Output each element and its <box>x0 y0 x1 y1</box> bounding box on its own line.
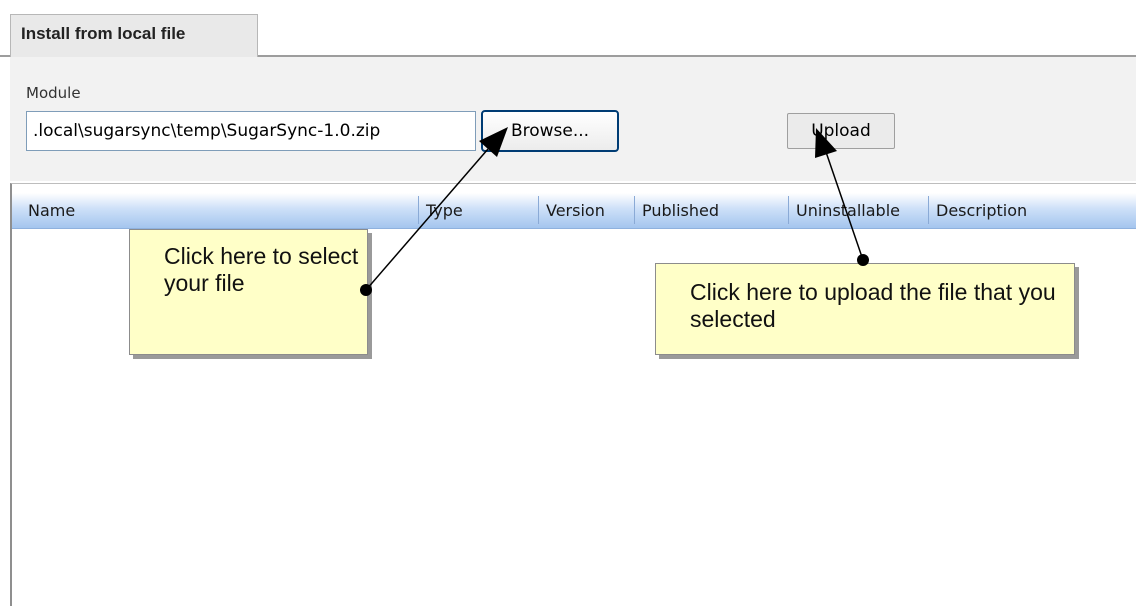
tab-install-from-local-file[interactable]: Install from local file <box>10 14 258 57</box>
column-separator <box>538 196 539 224</box>
browse-button[interactable]: Browse... <box>481 110 619 152</box>
select-file-callout: Click here to select your file <box>129 229 368 355</box>
column-header-name[interactable]: Name <box>22 193 418 228</box>
column-header-uninstallable[interactable]: Uninstallable <box>790 193 928 228</box>
column-header-version[interactable]: Version <box>540 193 634 228</box>
upload-file-callout: Click here to upload the file that you s… <box>655 263 1075 355</box>
module-label: Module <box>26 84 81 102</box>
column-separator <box>634 196 635 224</box>
column-header-description[interactable]: Description <box>930 193 1136 228</box>
column-header-published[interactable]: Published <box>636 193 788 228</box>
column-separator <box>418 196 419 224</box>
column-separator <box>788 196 789 224</box>
column-separator <box>928 196 929 224</box>
module-file-input[interactable]: .local\sugarsync\temp\SugarSync-1.0.zip <box>26 111 476 151</box>
column-header-type[interactable]: Type <box>420 193 538 228</box>
upload-button[interactable]: Upload <box>787 113 895 149</box>
